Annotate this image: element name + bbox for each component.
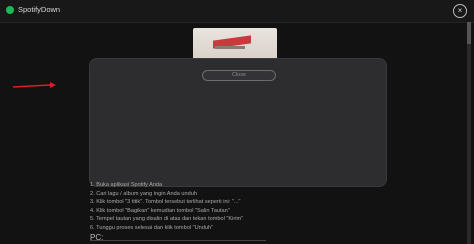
red-arrow-icon (12, 82, 56, 88)
spotify-logo-icon (6, 5, 14, 14)
list-item: 6. Tunggu proses selesai dan klik tombol… (90, 224, 214, 231)
close-button[interactable]: Close (202, 70, 276, 81)
list-item: 2. Cari lagu / album yang ingin Anda und… (90, 190, 197, 197)
cover-image (193, 28, 277, 60)
scrollbar[interactable] (467, 22, 471, 244)
modal-dialog: Close (89, 58, 387, 187)
list-item: 5. Tempel tautan yang disalin di atas da… (90, 216, 244, 223)
list-item: 4. Klik tombol "Bagikan" kemudian tombol… (90, 207, 230, 214)
close-icon[interactable]: × (453, 4, 467, 18)
divider (90, 240, 266, 241)
instructions-list: 1. Buka aplikasi Spotify Anda 2. Cari la… (90, 181, 243, 233)
top-bar: SpotifyDown × (0, 0, 474, 23)
scrollbar-thumb[interactable] (467, 22, 471, 44)
list-item: 3. Klik tombol "3 titik". Tombol tersebu… (90, 199, 241, 206)
cover-art-shape (215, 46, 245, 49)
brand[interactable]: SpotifyDown (6, 5, 60, 14)
list-item: 1. Buka aplikasi Spotify Anda (90, 182, 163, 188)
app-title: SpotifyDown (18, 5, 61, 14)
